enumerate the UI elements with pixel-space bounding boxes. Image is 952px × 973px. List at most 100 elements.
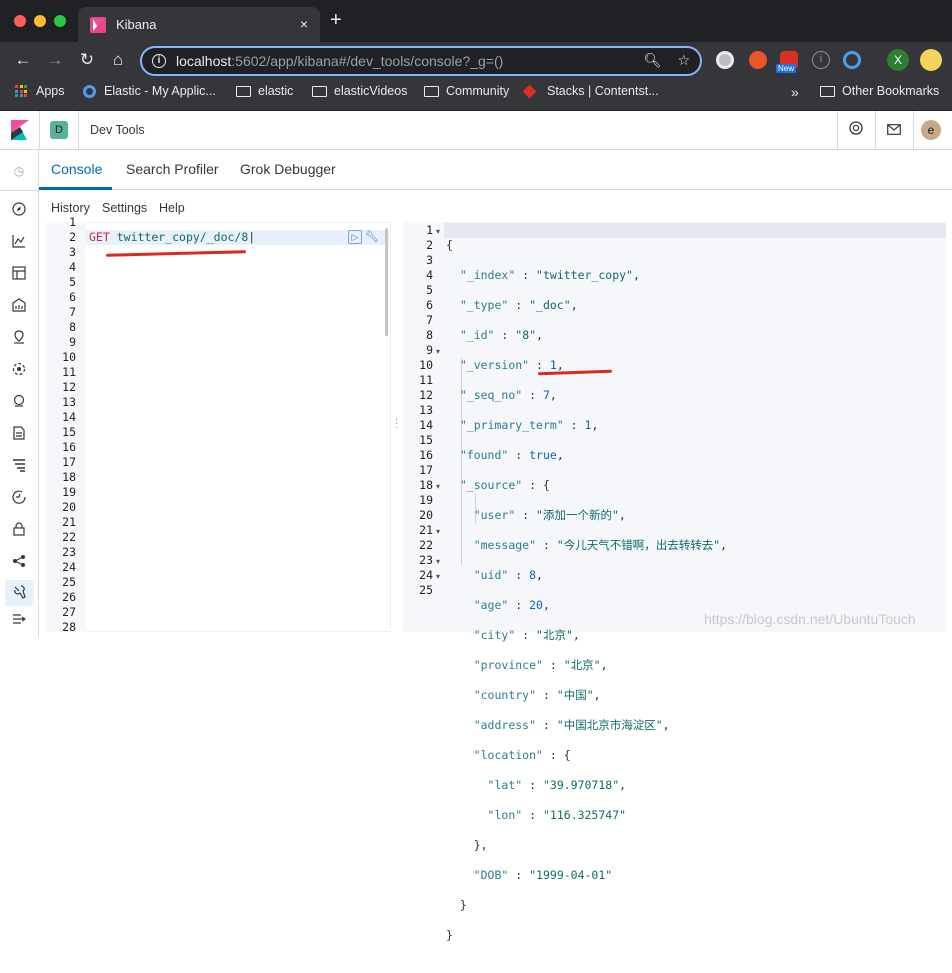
bookmark-elastic-app[interactable]: Elastic - My Applic... [83, 84, 216, 98]
kibana-favicon-icon [90, 16, 106, 33]
home-icon[interactable]: ⌂ [103, 50, 133, 70]
profile-x-icon[interactable]: X [887, 49, 909, 71]
menu-settings[interactable]: Settings [102, 201, 147, 215]
extension-info-icon[interactable]: i [812, 51, 830, 69]
fold-caret-icon[interactable]: ▾ [436, 557, 440, 566]
line-number: 25 [419, 583, 433, 597]
site-info-icon[interactable]: i [152, 54, 166, 68]
line-number: 15 [419, 433, 433, 447]
line-number: 12 [62, 380, 76, 394]
fold-caret-icon[interactable]: ▾ [436, 227, 440, 236]
recent-clock-icon[interactable]: ◷ [11, 163, 27, 179]
extension-orange-icon[interactable] [749, 51, 767, 69]
bookmark-star-icon[interactable]: ☆ [677, 52, 690, 69]
back-arrow-icon[interactable]: ← [8, 50, 38, 70]
new-tab-button[interactable]: + [330, 10, 342, 30]
close-window-button[interactable] [14, 15, 26, 27]
line-number: 22 [419, 538, 433, 552]
maps-icon[interactable] [11, 330, 27, 346]
browser-tab-kibana[interactable]: Kibana × [78, 7, 320, 42]
uptime-icon[interactable] [11, 490, 27, 506]
fold-caret-icon[interactable]: ▾ [436, 347, 440, 356]
dev-tools-wrench-icon[interactable] [11, 585, 27, 601]
fold-caret-icon[interactable]: ▾ [436, 482, 440, 491]
tab-console[interactable]: Console [51, 161, 102, 177]
request-line[interactable]: GET twitter_copy/_doc/8| [89, 230, 255, 244]
line-number: 24 [62, 560, 76, 574]
line-number: 23 [62, 545, 76, 559]
fold-caret-icon[interactable]: ▾ [436, 527, 440, 536]
collapse-nav-icon[interactable] [11, 613, 27, 629]
bookmark-stacks[interactable]: Stacks | Contentst... [522, 84, 659, 98]
extension-blue-ring-icon[interactable] [843, 51, 861, 69]
space-badge[interactable]: D [50, 121, 68, 139]
extension-circle-icon[interactable] [716, 51, 734, 69]
discover-compass-icon[interactable] [11, 202, 27, 218]
address-bar[interactable]: i localhost:5602/app/kibana#/dev_tools/c… [140, 46, 702, 76]
reload-icon[interactable]: ↻ [72, 50, 102, 70]
tab-console-underline [39, 187, 112, 190]
bookmarks-overflow-button[interactable]: » [791, 84, 799, 100]
zoom-icon[interactable]: 🔍︎ [644, 52, 662, 69]
bookmark-other[interactable]: Other Bookmarks [820, 84, 939, 98]
request-editor[interactable] [46, 222, 391, 632]
mail-icon[interactable] [884, 120, 904, 140]
line-number: 5 [426, 283, 433, 297]
fold-caret-icon[interactable]: ▾ [436, 572, 440, 581]
line-number: 7 [426, 313, 433, 327]
user-avatar[interactable]: e [921, 120, 941, 140]
canvas-icon[interactable] [11, 298, 27, 314]
line-number: 14 [62, 410, 76, 424]
line-number: 19 [62, 485, 76, 499]
request-settings-wrench-icon[interactable]: 🔧︎ [365, 230, 379, 244]
line-number: 11 [62, 365, 76, 379]
line-number: 20 [419, 508, 433, 522]
tab-grok-debugger[interactable]: Grok Debugger [240, 161, 336, 177]
line-number: 24 [419, 568, 433, 582]
bookmark-elastic-app-label: Elastic - My Applic... [104, 84, 216, 98]
bookmark-apps[interactable]: Apps [15, 84, 65, 98]
forward-arrow-icon[interactable]: → [40, 50, 70, 70]
maximize-window-button[interactable] [54, 15, 66, 27]
graph-icon[interactable] [11, 554, 27, 570]
infrastructure-icon[interactable] [11, 394, 27, 410]
apm-icon[interactable] [11, 458, 27, 474]
request-editor-scrollbar[interactable] [385, 228, 388, 336]
machine-learning-icon[interactable] [11, 362, 27, 378]
line-number: 19 [419, 493, 433, 507]
tab-title: Kibana [116, 17, 157, 32]
menu-help[interactable]: Help [159, 201, 185, 215]
line-number: 17 [419, 463, 433, 477]
bookmark-community[interactable]: Community [424, 84, 509, 98]
panel-resizer[interactable]: · · · [391, 222, 403, 632]
help-lifebuoy-icon[interactable] [846, 120, 866, 140]
dashboard-icon[interactable] [11, 266, 27, 282]
siem-lock-icon[interactable] [11, 522, 27, 538]
line-number: 16 [419, 448, 433, 462]
bookmark-elasticvideos[interactable]: elasticVideos [312, 84, 407, 98]
minimize-window-button[interactable] [34, 15, 46, 27]
tab-close-icon[interactable]: × [300, 16, 308, 32]
profile-avatar-icon[interactable] [920, 49, 942, 71]
line-number: 10 [419, 358, 433, 372]
url-path: :5602/app/kibana#/dev_tools/console?_g=(… [231, 53, 504, 69]
bookmark-elastic[interactable]: elastic [236, 84, 293, 98]
browser-toolbar: ← → ↻ ⌂ i localhost:5602/app/kibana#/dev… [0, 42, 952, 80]
run-request-play-icon[interactable]: ▷ [348, 230, 362, 244]
folder-icon [820, 85, 835, 97]
logs-icon[interactable] [11, 426, 27, 442]
line-number: 15 [62, 425, 76, 439]
line-number: 2 [426, 238, 433, 252]
header-divider [837, 111, 838, 150]
line-number: 18 [419, 478, 433, 492]
line-number: 21 [419, 523, 433, 537]
line-number: 9 [69, 335, 76, 349]
line-number: 17 [62, 455, 76, 469]
folder-icon [312, 85, 327, 97]
tab-search-profiler[interactable]: Search Profiler [126, 161, 219, 177]
apps-grid-icon [15, 85, 27, 97]
menu-history[interactable]: History [51, 201, 90, 215]
line-number: 8 [426, 328, 433, 342]
visualize-chart-icon[interactable] [11, 234, 27, 250]
kibana-logo-icon[interactable] [11, 120, 29, 140]
